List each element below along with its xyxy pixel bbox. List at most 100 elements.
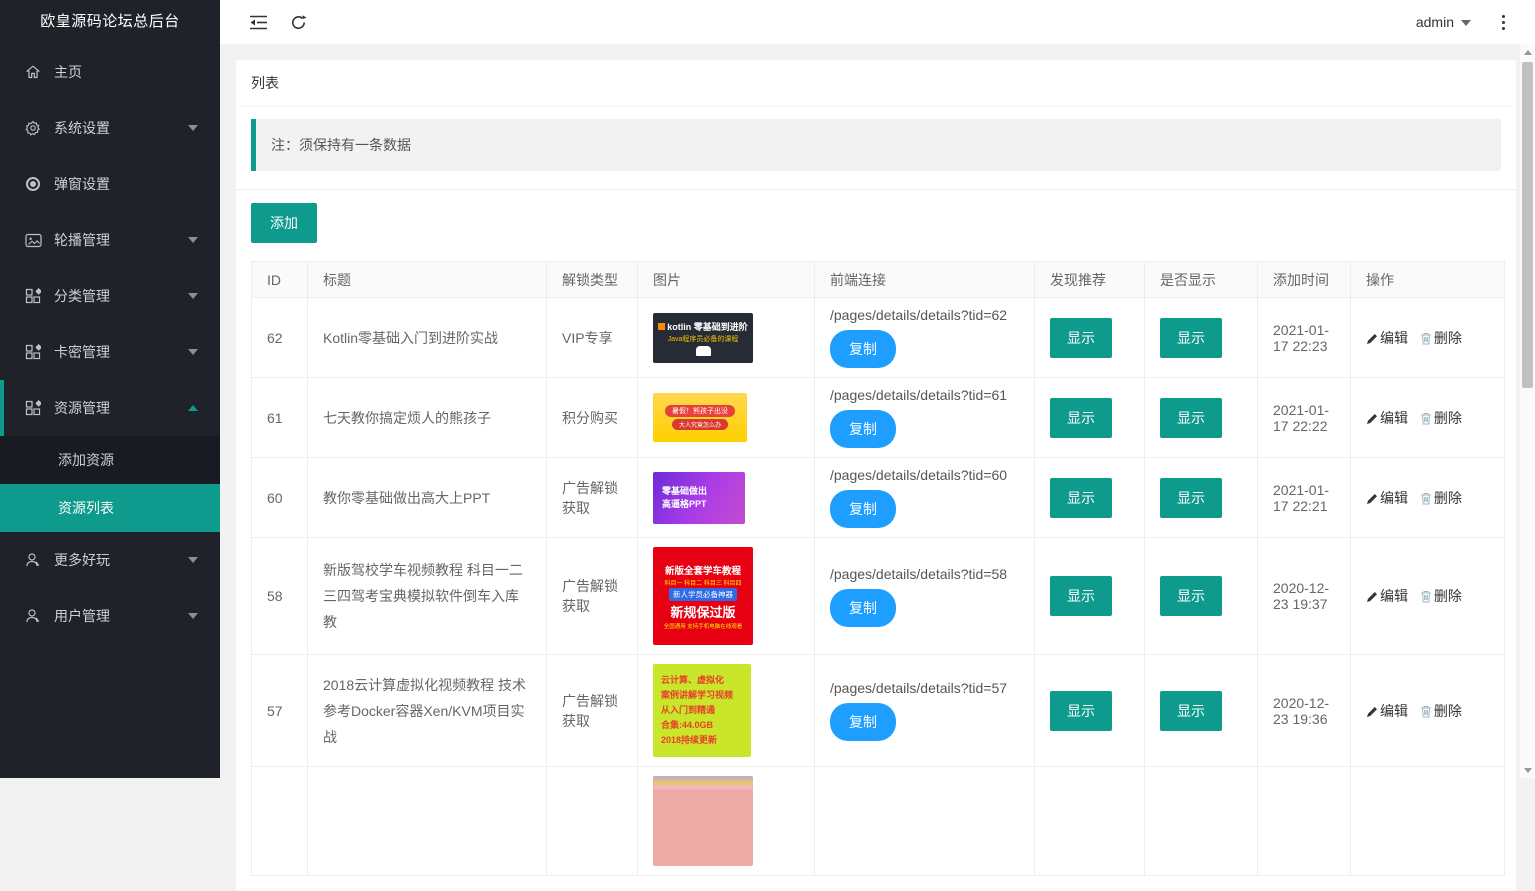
delete-link[interactable]: 删除 (1420, 330, 1462, 346)
scroll-up-arrow[interactable] (1520, 44, 1535, 60)
edit-link[interactable]: 编辑 (1366, 490, 1408, 506)
table-header-row: ID 标题 解锁类型 图片 前端连接 发现推荐 是否显示 添加时间 操作 (252, 262, 1505, 298)
discover-toggle-button[interactable]: 显示 (1050, 576, 1112, 616)
discover-toggle-button[interactable]: 显示 (1050, 691, 1112, 731)
add-button[interactable]: 添加 (251, 203, 317, 243)
cell-image: 零基础做出 高逼格PPT (638, 458, 815, 538)
pencil-icon (1366, 591, 1378, 603)
col-frontend-link: 前端连接 (815, 262, 1035, 298)
cell-actions: 编辑 删除 (1351, 458, 1505, 538)
kotlin-logo (658, 323, 665, 330)
sidebar-item-carousel[interactable]: 轮播管理 (0, 212, 220, 268)
edit-link[interactable]: 编辑 (1366, 588, 1408, 604)
visible-toggle-button[interactable]: 显示 (1160, 576, 1222, 616)
copy-button[interactable]: 复制 (830, 589, 896, 627)
cell-id: 61 (252, 378, 308, 458)
discover-toggle-button[interactable]: 显示 (1050, 318, 1112, 358)
user-menu[interactable]: admin (1402, 0, 1485, 44)
sidebar-item-resources[interactable]: 资源管理 (0, 380, 220, 436)
home-icon (24, 63, 42, 81)
pencil-icon (1366, 333, 1378, 345)
edit-link[interactable]: 编辑 (1366, 703, 1408, 719)
sidebar-item-label: 轮播管理 (54, 230, 188, 250)
col-image: 图片 (638, 262, 815, 298)
trash-icon (1420, 332, 1432, 345)
visible-toggle-button[interactable]: 显示 (1160, 398, 1222, 438)
scroll-down-arrow[interactable] (1520, 762, 1535, 778)
cell-actions (1351, 767, 1505, 876)
vertical-scrollbar[interactable] (1520, 44, 1535, 778)
circle-dot-icon (24, 175, 42, 193)
cell-id: 57 (252, 655, 308, 767)
cell-visible: 显示 (1145, 538, 1258, 655)
more-options-icon[interactable] (1485, 0, 1521, 44)
thumbnail-driving: 新版全套学车教程 科目一 科目二 科目三 科目四 新人学员必备神器 新规保过版 … (653, 547, 753, 645)
scrollbar-thumb[interactable] (1522, 62, 1533, 388)
keycard-icon (24, 343, 42, 361)
delete-link[interactable]: 删除 (1420, 703, 1462, 719)
cell-frontend-link: /pages/details/details?tid=61 复制 (815, 378, 1035, 458)
sidebar-item-more-fun[interactable]: 更多好玩 (0, 532, 220, 588)
sidebar-item-home[interactable]: 主页 (0, 44, 220, 100)
cell-frontend-link: /pages/details/details?tid=62 复制 (815, 298, 1035, 378)
sidebar-item-user-management[interactable]: 用户管理 (0, 588, 220, 644)
edit-link[interactable]: 编辑 (1366, 330, 1408, 346)
card-title: 列表 (236, 60, 1516, 107)
cell-image: 新版全套学车教程 科目一 科目二 科目三 科目四 新人学员必备神器 新规保过版 … (638, 538, 815, 655)
cell-actions: 编辑 删除 (1351, 655, 1505, 767)
cell-visible (1145, 767, 1258, 876)
copy-button[interactable]: 复制 (830, 410, 896, 448)
thumbnail-ppt: 零基础做出 高逼格PPT (653, 472, 745, 524)
cell-title: 教你零基础做出高大上PPT (308, 458, 547, 538)
visible-toggle-button[interactable]: 显示 (1160, 478, 1222, 518)
refresh-icon[interactable] (278, 0, 318, 44)
visible-toggle-button[interactable]: 显示 (1160, 318, 1222, 358)
cell-frontend-link: /pages/details/details?tid=58 复制 (815, 538, 1035, 655)
sidebar-item-keycard[interactable]: 卡密管理 (0, 324, 220, 380)
cell-actions: 编辑 删除 (1351, 378, 1505, 458)
sidebar-subitem-add-resource[interactable]: 添加资源 (0, 436, 220, 484)
cell-id: 58 (252, 538, 308, 655)
sidebar-item-label: 系统设置 (54, 118, 188, 138)
cell-title (308, 767, 547, 876)
pencil-icon (1366, 493, 1378, 505)
copy-button[interactable]: 复制 (830, 490, 896, 528)
main-content: 列表 注：须保持有一条数据 添加 ID 标题 解锁类型 图片 前端连接 (220, 44, 1520, 778)
collapse-sidebar-icon[interactable] (238, 0, 278, 44)
trash-icon (1420, 705, 1432, 718)
discover-toggle-button[interactable]: 显示 (1050, 398, 1112, 438)
table-row: 60 教你零基础做出高大上PPT 广告解锁获取 零基础做出 高逼格PPT /pa… (252, 458, 1505, 538)
sidebar-item-popup-settings[interactable]: 弹窗设置 (0, 156, 220, 212)
notice-banner: 注：须保持有一条数据 (251, 119, 1501, 171)
sidebar-item-label: 用户管理 (54, 606, 188, 626)
visible-toggle-button[interactable]: 显示 (1160, 691, 1222, 731)
frontend-link: /pages/details/details?tid=62 (830, 307, 1019, 323)
cell-unlock-type: 广告解锁获取 (547, 458, 638, 538)
col-added-time: 添加时间 (1258, 262, 1351, 298)
thumbnail-cloud: 云计算、虚拟化 案例讲解学习视频 从入门到精通 合集:44.0GB 2018持续… (653, 664, 751, 757)
resource-submenu: 添加资源 资源列表 (0, 436, 220, 532)
copy-button[interactable]: 复制 (830, 330, 896, 368)
col-id: ID (252, 262, 308, 298)
delete-link[interactable]: 删除 (1420, 490, 1462, 506)
cell-frontend-link (815, 767, 1035, 876)
edit-link[interactable]: 编辑 (1366, 410, 1408, 426)
delete-link[interactable]: 删除 (1420, 410, 1462, 426)
copy-button[interactable]: 复制 (830, 703, 896, 741)
delete-link[interactable]: 删除 (1420, 588, 1462, 604)
resource-icon (24, 399, 42, 417)
cell-unlock-type (547, 767, 638, 876)
chevron-down-icon (188, 557, 198, 563)
carousel-icon (24, 231, 42, 249)
chevron-down-icon (188, 349, 198, 355)
sidebar-subitem-resource-list[interactable]: 资源列表 (0, 484, 220, 532)
table-row: 61 七天教你搞定烦人的熊孩子 积分购买 暑假！熊孩子出没 大人究竟怎么办 /p… (252, 378, 1505, 458)
list-card: 列表 注：须保持有一条数据 添加 ID 标题 解锁类型 图片 前端连接 (236, 60, 1516, 891)
trash-icon (1420, 412, 1432, 425)
sidebar-item-category[interactable]: 分类管理 (0, 268, 220, 324)
sidebar-item-system-settings[interactable]: 系统设置 (0, 100, 220, 156)
discover-toggle-button[interactable]: 显示 (1050, 478, 1112, 518)
trash-icon (1420, 492, 1432, 505)
thumbnail-kotlin: kotlin 零基础到进阶 Java程序员必备的课程 (653, 313, 753, 363)
cell-image: kotlin 零基础到进阶 Java程序员必备的课程 (638, 298, 815, 378)
